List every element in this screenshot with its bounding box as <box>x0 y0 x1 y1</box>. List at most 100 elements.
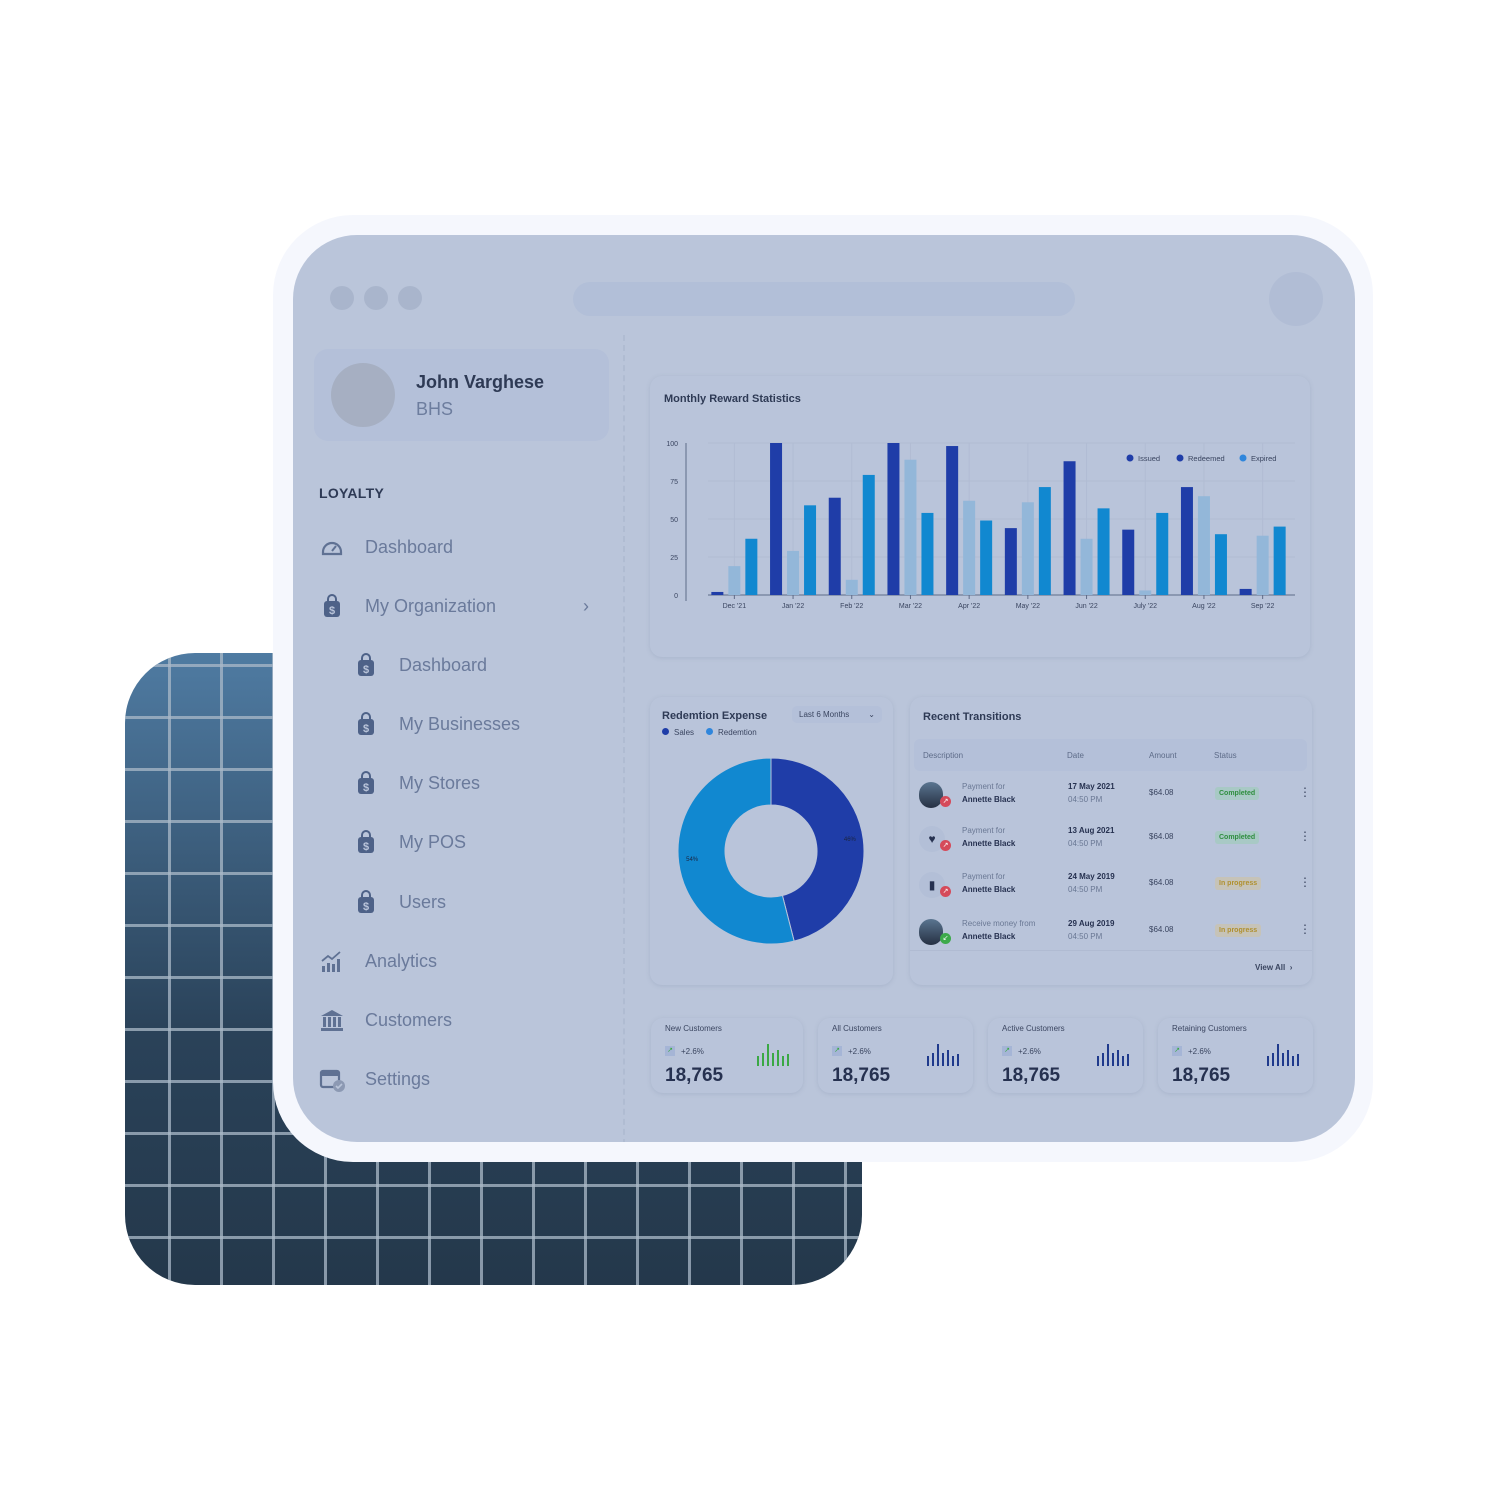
svg-text:$: $ <box>363 901 369 913</box>
x-tick-label: Aug '22 <box>1192 603 1216 610</box>
table-row[interactable]: ♥ ↗ Payment for Annette Black 13 Aug 202… <box>919 826 1311 856</box>
sparkline-bar <box>762 1052 764 1066</box>
sparkline <box>1097 1044 1129 1066</box>
profile-card[interactable]: John Varghese BHS <box>314 349 609 441</box>
row-name: Annette Black <box>962 885 1016 894</box>
arrow-up-right-icon: ↗ <box>940 886 951 897</box>
sparkline-bar <box>767 1044 769 1066</box>
sidebar-section-title: LOYALTY <box>319 485 385 501</box>
monthly-reward-card: Monthly Reward Statistics 0 25 50 75 100 Dec … <box>650 376 1310 657</box>
row-amount: $64.08 <box>1149 788 1174 797</box>
svg-text:$: $ <box>363 841 369 853</box>
x-tick-label: Jan '22 <box>782 603 804 610</box>
x-tick-label: May '22 <box>1016 603 1040 610</box>
sidebar-item-my-businesses-sub[interactable]: $ My Businesses <box>353 709 583 739</box>
row-time: 04:50 PM <box>1068 885 1103 894</box>
stat-change: +2.6% <box>1018 1046 1041 1056</box>
transactions-title: Recent Transitions <box>923 711 1022 723</box>
sidebar-item-dashboard[interactable]: Dashboard <box>319 532 589 562</box>
trend-up-icon: ↗ <box>1002 1046 1012 1056</box>
avatar-photo <box>919 782 943 808</box>
speedometer-icon <box>321 541 343 556</box>
svg-text:$: $ <box>329 605 335 617</box>
status-badge: Completed <box>1215 787 1260 800</box>
sidebar-item-dashboard-sub[interactable]: $ Dashboard <box>353 650 583 680</box>
bar-issued <box>1063 461 1076 595</box>
row-time: 04:50 PM <box>1068 795 1103 804</box>
sidebar-item-users-sub[interactable]: $ Users <box>353 887 583 917</box>
table-header: Description Date Amount Status <box>914 739 1307 771</box>
row-name: Annette Black <box>962 932 1016 941</box>
sidebar-item-settings[interactable]: Settings <box>319 1064 589 1094</box>
shopping-bag-dollar-icon: $ <box>358 712 374 735</box>
stat-card-active-customers[interactable]: Active Customers ↗ +2.6% 18,765 <box>988 1018 1143 1093</box>
stat-label: Active Customers <box>1002 1024 1065 1033</box>
address-bar[interactable] <box>573 282 1075 316</box>
window-dot-minimize[interactable] <box>364 286 388 310</box>
trend-up-icon: ↗ <box>1172 1046 1182 1056</box>
bar-redeemed <box>1021 502 1034 595</box>
y-tick-label: 75 <box>670 479 678 486</box>
sparkline <box>927 1044 959 1066</box>
bar-issued <box>1122 529 1135 595</box>
y-tick-label: 25 <box>670 555 678 562</box>
slice-label: 54% <box>686 857 699 863</box>
bar-expired <box>1097 508 1110 595</box>
stat-change: +2.6% <box>681 1046 704 1056</box>
sidebar-item-label: Users <box>399 891 447 912</box>
stat-value: 18,765 <box>1172 1065 1231 1086</box>
slice-label: 46% <box>844 837 857 843</box>
x-tick-label: Apr '22 <box>958 603 980 610</box>
table-row[interactable]: ↗ Payment for Annette Black 17 May 2021 … <box>919 782 1311 812</box>
bar-expired <box>980 520 993 595</box>
stat-card-all-customers[interactable]: All Customers ↗ +2.6% 18,765 <box>818 1018 973 1093</box>
table-row[interactable]: ▮ ↗ Payment for Annette Black 24 May 201… <box>919 872 1311 902</box>
stat-card-retaining-customers[interactable]: Retaining Customers ↗ +2.6% 18,765 <box>1158 1018 1313 1093</box>
row-time: 04:50 PM <box>1068 839 1103 848</box>
more-options-icon[interactable]: ⋮ <box>1299 829 1311 843</box>
avatar-photo <box>919 919 943 945</box>
more-options-icon[interactable]: ⋮ <box>1299 922 1311 936</box>
sidebar-item-my-pos-sub[interactable]: $ My POS <box>353 827 583 857</box>
profile-avatar <box>331 363 395 427</box>
user-avatar[interactable] <box>1269 272 1323 326</box>
bar-expired <box>1214 534 1227 595</box>
shopping-bag-dollar-icon: $ <box>324 594 340 617</box>
trend-up-icon: ↗ <box>832 1046 842 1056</box>
x-tick-label: Sep '22 <box>1251 603 1275 610</box>
arrow-up-right-icon: ↗ <box>940 796 951 807</box>
row-amount: $64.08 <box>1149 878 1174 887</box>
view-all-link[interactable]: View All › <box>1255 963 1292 972</box>
row-amount: $64.08 <box>1149 925 1174 934</box>
legend-expired: Expired <box>1251 454 1276 463</box>
x-tick-label: July '22 <box>1133 603 1157 610</box>
sidebar-item-label: Dashboard <box>365 536 454 557</box>
row-time: 04:50 PM <box>1068 932 1103 941</box>
sidebar-item-my-organization[interactable]: $ My Organization › <box>319 591 589 621</box>
stat-card-new-customers[interactable]: New Customers ↗ +2.6% 18,765 <box>651 1018 803 1093</box>
sidebar-item-my-stores-sub[interactable]: $ My Stores <box>353 768 583 798</box>
svg-text:$: $ <box>363 664 369 676</box>
bar-redeemed <box>787 550 800 595</box>
window-dot-close[interactable] <box>330 286 354 310</box>
sparkline-bar <box>957 1053 959 1066</box>
window-dot-maximize[interactable] <box>398 286 422 310</box>
sidebar-item-analytics[interactable]: Analytics <box>319 946 589 976</box>
stat-change: +2.6% <box>1188 1046 1211 1056</box>
bar-redeemed <box>904 459 917 595</box>
sparkline-bar <box>782 1056 784 1066</box>
bar-redeemed <box>728 566 741 595</box>
sparkline-bar <box>927 1056 929 1066</box>
sparkline-bar <box>1282 1052 1284 1066</box>
more-options-icon[interactable]: ⋮ <box>1299 875 1311 889</box>
sidebar-item-label: My POS <box>399 831 467 852</box>
table-row[interactable]: ↙ Receive money from Annette Black 29 Au… <box>919 919 1311 949</box>
row-date: 17 May 2021 <box>1068 782 1115 791</box>
more-options-icon[interactable]: ⋮ <box>1299 785 1311 799</box>
sparkline-bar <box>787 1053 789 1066</box>
sidebar-item-customers[interactable]: Customers <box>319 1005 589 1035</box>
sparkline-bar <box>777 1049 779 1066</box>
sparkline-bar <box>1267 1056 1269 1066</box>
recent-transactions-card: Recent Transitions Description Date Amou… <box>910 697 1312 985</box>
bar-expired <box>862 474 875 595</box>
